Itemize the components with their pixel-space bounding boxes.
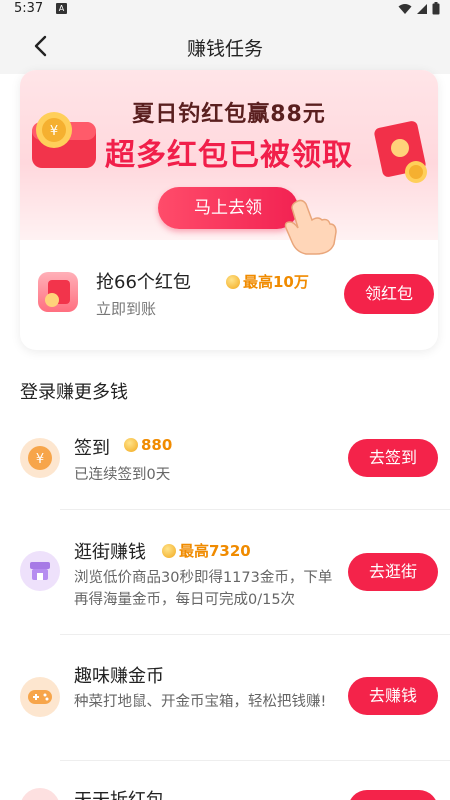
task-icon-bg — [20, 677, 60, 717]
task-icon-bg — [20, 551, 60, 591]
pointing-hand-icon — [284, 199, 337, 255]
redpack-task-row: 抢66个红包 最高10万 立即到账 领红包 — [38, 268, 438, 328]
notification-icon: A — [56, 3, 67, 14]
task-reward-text: 880 — [141, 436, 173, 454]
task-title: 天天拆红包 — [74, 786, 164, 800]
status-icons — [398, 2, 440, 15]
banner-title: 夏日钓红包赢88元 — [132, 102, 326, 127]
signal-icon — [417, 3, 427, 14]
coin-icon — [162, 543, 176, 558]
list-item-checkin: ¥ 签到 880 已连续签到0天 去签到 — [0, 430, 450, 500]
task-icon-bg — [20, 788, 60, 800]
divider — [60, 760, 450, 761]
nav-bar: 赚钱任务 — [0, 18, 450, 74]
task-icon-bg: ¥ — [20, 438, 60, 478]
shop-icon — [30, 562, 50, 580]
list-item-shopping: 逛街赚钱 最高7320 浏览低价商品30秒即得1173金币，下单再得海量金币，每… — [0, 536, 450, 616]
open-redpack-button[interactable] — [348, 790, 438, 800]
redpack-task-icon — [38, 272, 78, 312]
task-title: 签到 — [74, 438, 110, 459]
task-desc: 已连续签到0天 — [74, 467, 171, 483]
redpack-reward-badge: 最高10万 — [226, 271, 309, 292]
checkin-button[interactable]: 去签到 — [348, 439, 438, 477]
task-reward-text: 最高7320 — [179, 542, 251, 560]
yuan-coin-icon: ¥ — [28, 446, 52, 470]
promo-banner[interactable]: ¥ 夏日钓红包赢88元 超多红包已被领取 马上去领 — [20, 70, 438, 255]
redpack-task-title: 抢66个红包 — [96, 272, 191, 293]
wifi-icon — [398, 3, 412, 14]
coin-envelope-icon — [45, 280, 70, 307]
shopping-button[interactable]: 去逛街 — [348, 553, 438, 591]
divider — [60, 634, 450, 635]
redpack-task-subtitle: 立即到账 — [96, 300, 157, 318]
banner-headline: 超多红包已被领取 — [105, 138, 353, 173]
list-item-redpack: 天天拆红包 — [0, 784, 450, 800]
task-title: 趣味赚金币 — [74, 666, 164, 687]
claim-now-button[interactable]: 马上去领 — [158, 187, 298, 229]
redpack-reward-text: 最高10万 — [243, 273, 309, 291]
divider — [60, 509, 450, 510]
earn-button[interactable]: 去赚钱 — [348, 677, 438, 715]
coin-icon — [226, 274, 240, 289]
task-desc: 种菜打地鼠、开金币宝箱，轻松把钱赚! — [74, 694, 327, 710]
claim-redpack-button[interactable]: 领红包 — [344, 274, 434, 314]
task-title: 逛街赚钱 — [74, 542, 146, 563]
status-bar: 5:37 A — [0, 0, 450, 18]
page-title: 赚钱任务 — [186, 38, 263, 60]
svg-text:¥: ¥ — [36, 452, 44, 467]
battery-icon — [432, 2, 440, 15]
section-title: 登录赚更多钱 — [20, 382, 128, 403]
promo-card: ¥ 夏日钓红包赢88元 超多红包已被领取 马上去领 抢66个红包 最高10万 立… — [20, 70, 438, 350]
task-reward: 最高7320 — [162, 540, 251, 561]
list-item-games: 趣味赚金币 种菜打地鼠、开金币宝箱，轻松把钱赚! 去赚钱 — [0, 660, 450, 740]
task-reward: 880 — [124, 436, 172, 454]
gamepad-icon — [28, 690, 52, 704]
status-time: 5:37 — [14, 1, 44, 16]
coin-icon — [124, 437, 138, 452]
task-desc: 浏览低价商品30秒即得1173金币，下单再得海量金币，每日可完成0/15次 — [74, 570, 333, 608]
